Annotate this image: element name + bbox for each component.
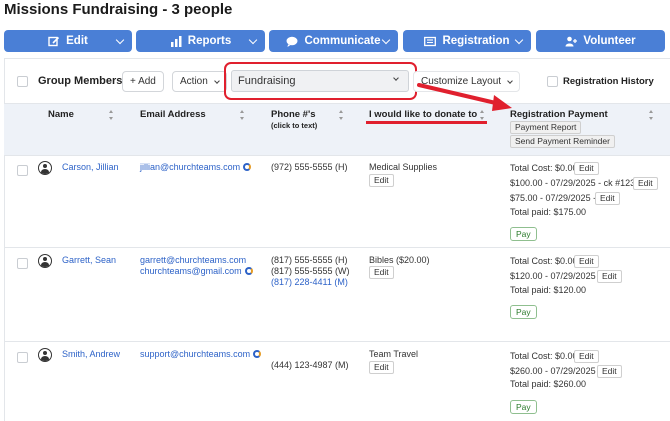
sort-icon[interactable]: [109, 110, 114, 120]
row-checkbox[interactable]: [17, 165, 28, 176]
row-checkbox[interactable]: [17, 258, 28, 269]
donation-value: Medical Supplies: [369, 162, 438, 172]
payment-line: Total Cost: $0.00: [510, 351, 578, 361]
member-name-link[interactable]: Smith, Andrew: [62, 349, 120, 359]
row-separator: [4, 247, 670, 248]
chevron-down-icon: [115, 35, 125, 45]
payment-line: $120.00 - 07/29/2025 -: [510, 271, 602, 281]
avatar-icon: [38, 161, 52, 175]
email-text: jillian@churchteams.com: [140, 162, 241, 172]
total-paid: Total paid: $175.00: [510, 207, 587, 217]
bar-chart-icon: [170, 35, 182, 47]
annotation-arrow: [417, 83, 512, 111]
pay-button[interactable]: Pay: [510, 227, 537, 241]
chat-bubble-icon: [286, 36, 298, 47]
member-email-link[interactable]: garrett@churchteams.com: [140, 255, 246, 265]
chevron-down-icon: [514, 35, 524, 45]
phone-number[interactable]: (444) 123-4987 (M): [271, 360, 349, 370]
chevron-down-icon: [213, 77, 220, 84]
edit-donation-button[interactable]: Edit: [369, 174, 394, 187]
id-card-icon: [424, 36, 437, 47]
sort-icon[interactable]: [240, 110, 245, 120]
action-dropdown[interactable]: Action: [172, 71, 227, 92]
column-header-name[interactable]: Name: [48, 109, 74, 120]
churchteams-icon[interactable]: [244, 267, 253, 275]
member-email-link[interactable]: churchteams@gmail.com: [140, 266, 253, 276]
pay-button[interactable]: Pay: [510, 305, 537, 319]
reports-menu-label: Reports: [187, 35, 232, 47]
churchteams-icon[interactable]: [253, 350, 262, 358]
send-payment-reminder-button[interactable]: Send Payment Reminder: [510, 135, 615, 148]
communicate-menu-button[interactable]: Communicate: [269, 30, 398, 52]
payment-report-button[interactable]: Payment Report: [510, 121, 582, 134]
payment-line: $260.00 - 07/29/2025 -: [510, 366, 602, 376]
email-text: churchteams@gmail.com: [140, 266, 242, 276]
churchteams-icon[interactable]: [243, 163, 252, 171]
payment-line: Total Cost: $0.00: [510, 163, 578, 173]
row-separator: [4, 155, 670, 156]
registration-history-label: Registration History: [563, 76, 654, 87]
sort-icon[interactable]: [339, 110, 344, 120]
payment-line: $75.00 - 07/29/2025 -: [510, 193, 597, 203]
edit-menu-button[interactable]: Edit: [4, 30, 132, 52]
chevron-down-icon: [248, 35, 258, 45]
phone-number[interactable]: (972) 555-5555 (H): [271, 162, 348, 172]
edit-payment-button[interactable]: Edit: [574, 162, 599, 175]
annotation-underline: [366, 121, 487, 124]
payment-line: $100.00 - 07/29/2025 - ck #1235: [510, 178, 641, 188]
column-header-registration-payment[interactable]: Registration Payment: [510, 109, 608, 120]
row-separator: [4, 341, 670, 342]
payment-line: Total Cost: $0.00: [510, 256, 578, 266]
select-all-checkbox[interactable]: [17, 76, 28, 87]
pay-button[interactable]: Pay: [510, 400, 537, 414]
edit-payment-button[interactable]: Edit: [597, 365, 622, 378]
edit-icon: [48, 36, 60, 47]
edit-payment-button[interactable]: Edit: [633, 177, 658, 190]
edit-donation-button[interactable]: Edit: [369, 266, 394, 279]
registration-history-checkbox[interactable]: [547, 76, 558, 87]
total-paid: Total paid: $120.00: [510, 285, 587, 295]
sort-icon[interactable]: [649, 110, 654, 120]
group-members-label: Group Members: [38, 75, 123, 87]
member-email-link[interactable]: jillian@churchteams.com: [140, 162, 252, 172]
communicate-menu-label: Communicate: [304, 35, 381, 47]
row-checkbox[interactable]: [17, 352, 28, 363]
column-header-email[interactable]: Email Address: [140, 109, 206, 120]
edit-payment-button[interactable]: Edit: [597, 270, 622, 283]
total-paid: Total paid: $260.00: [510, 379, 587, 389]
edit-menu-label: Edit: [66, 35, 88, 47]
registration-menu-button[interactable]: Registration: [403, 30, 531, 52]
edit-payment-button[interactable]: Edit: [574, 350, 599, 363]
member-name-link[interactable]: Garrett, Sean: [62, 255, 116, 265]
avatar-icon: [38, 254, 52, 268]
chevron-down-icon: [381, 35, 391, 45]
volunteer-button[interactable]: Volunteer: [536, 30, 665, 52]
main-nav: Edit Reports Communicate Registration Vo…: [0, 30, 670, 52]
registration-menu-label: Registration: [442, 35, 510, 47]
email-text: support@churchteams.com: [140, 349, 251, 359]
action-label: Action: [180, 76, 208, 87]
edit-payment-button[interactable]: Edit: [595, 192, 620, 205]
add-member-button[interactable]: + Add: [122, 71, 164, 92]
phone-number-link[interactable]: (817) 228-4411 (M): [271, 277, 348, 287]
column-header-phone[interactable]: Phone #'s: [271, 109, 316, 120]
volunteer-label: Volunteer: [583, 35, 636, 47]
donation-value: Team Travel: [369, 349, 419, 359]
column-header-phone-hint: (click to text): [271, 121, 318, 130]
member-email-link[interactable]: support@churchteams.com: [140, 349, 262, 359]
phone-number[interactable]: (817) 555-5555 (W): [271, 266, 350, 276]
edit-donation-button[interactable]: Edit: [369, 361, 394, 374]
donation-value: Bibles ($20.00): [369, 255, 430, 265]
phone-number[interactable]: (817) 555-5555 (H): [271, 255, 348, 265]
page-title: Missions Fundraising - 3 people: [4, 1, 233, 18]
annotation-highlight-box: [224, 62, 417, 100]
edit-payment-button[interactable]: Edit: [574, 255, 599, 268]
member-name-link[interactable]: Carson, Jillian: [62, 162, 119, 172]
user-plus-icon: [565, 36, 578, 47]
reports-menu-button[interactable]: Reports: [136, 30, 265, 52]
avatar-icon: [38, 348, 52, 362]
